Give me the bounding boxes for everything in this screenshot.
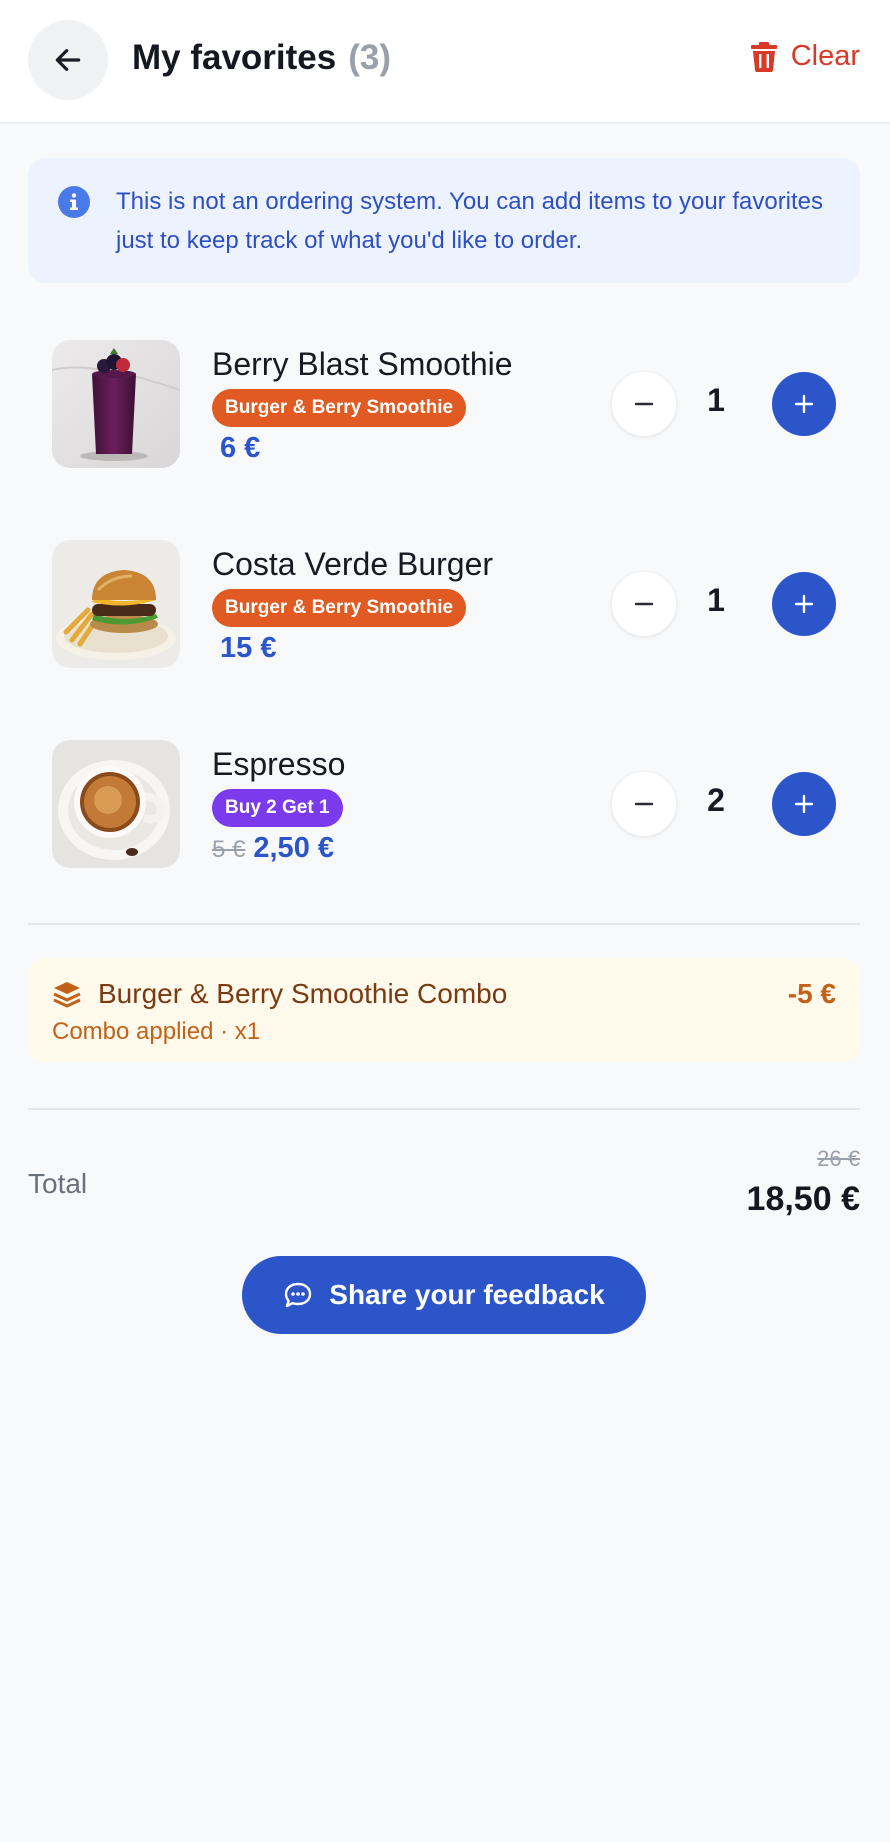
favorites-count: (3): [348, 38, 392, 77]
divider: [28, 1108, 860, 1110]
favorite-item-espresso: Espresso Buy 2 Get 1 5 € 2,50 € 2: [52, 740, 838, 870]
plus-icon: [794, 394, 814, 414]
item-old-price: 5 €: [212, 836, 246, 863]
item-current-price: 15 €: [220, 632, 277, 664]
share-feedback-label: Share your feedback: [329, 1279, 605, 1310]
item-current-price: 6 €: [220, 432, 261, 464]
total-original-price: 26 €: [817, 1146, 860, 1171]
layers-icon: [53, 982, 81, 1008]
chat-bubble-icon: [285, 1282, 312, 1308]
increase-quantity-button[interactable]: [772, 372, 836, 436]
item-price: 5 € 2,50 €: [212, 832, 334, 865]
minus-icon: [634, 402, 654, 406]
page-title-text: My favorites: [132, 38, 337, 77]
favorite-item-costa-verde-burger: Costa Verde Burger Burger & Berry Smooth…: [52, 540, 838, 670]
item-image-burger: [52, 540, 180, 668]
item-name: Costa Verde Burger: [212, 546, 494, 582]
item-name: Espresso: [212, 746, 346, 782]
minus-icon: [634, 802, 654, 806]
total-price: 18,50 €: [746, 1180, 860, 1218]
combo-badge: Burger & Berry Smoothie: [212, 589, 467, 627]
info-icon: [58, 186, 90, 218]
item-current-price: 2,50 €: [253, 832, 335, 864]
decrease-quantity-button[interactable]: [612, 572, 676, 636]
plus-icon: [794, 594, 814, 614]
share-feedback-button[interactable]: Share your feedback: [242, 1256, 646, 1334]
promo-badge: Buy 2 Get 1: [212, 789, 343, 827]
trash-icon: [750, 41, 777, 72]
item-price: 6 €: [212, 432, 260, 465]
favorite-item-berry-blast-smoothie: Berry Blast Smoothie Burger & Berry Smoo…: [52, 340, 838, 470]
info-notice: This is not an ordering system. You can …: [28, 158, 860, 283]
info-text: This is not an ordering system. You can …: [116, 188, 824, 254]
quantity-value: 1: [707, 582, 725, 618]
decrease-quantity-button[interactable]: [612, 772, 676, 836]
item-image-espresso: [52, 740, 180, 868]
combo-name: Burger & Berry Smoothie Combo: [98, 978, 508, 1009]
combo-discount: -5 €: [787, 978, 836, 1009]
item-price: 15 €: [212, 632, 276, 665]
arrow-left-icon: [55, 49, 81, 71]
item-image-smoothie: [52, 340, 180, 468]
combo-badge: Burger & Berry Smoothie: [212, 389, 467, 427]
header: My favorites (3) Clear: [0, 0, 890, 124]
combo-summary: Burger & Berry Smoothie Combo -5 € Combo…: [28, 958, 860, 1062]
item-name: Berry Blast Smoothie: [212, 346, 513, 382]
quantity-value: 2: [707, 782, 725, 818]
decrease-quantity-button[interactable]: [612, 372, 676, 436]
clear-button[interactable]: Clear: [750, 40, 860, 73]
increase-quantity-button[interactable]: [772, 572, 836, 636]
back-button[interactable]: [28, 20, 108, 100]
page-title: My favorites (3): [132, 38, 391, 78]
plus-icon: [794, 794, 814, 814]
clear-label: Clear: [790, 40, 860, 72]
total-label: Total: [28, 1168, 88, 1199]
increase-quantity-button[interactable]: [772, 772, 836, 836]
divider: [28, 923, 860, 925]
minus-icon: [634, 602, 654, 606]
quantity-value: 1: [707, 382, 725, 418]
combo-status: Combo applied · x1: [52, 1018, 261, 1045]
